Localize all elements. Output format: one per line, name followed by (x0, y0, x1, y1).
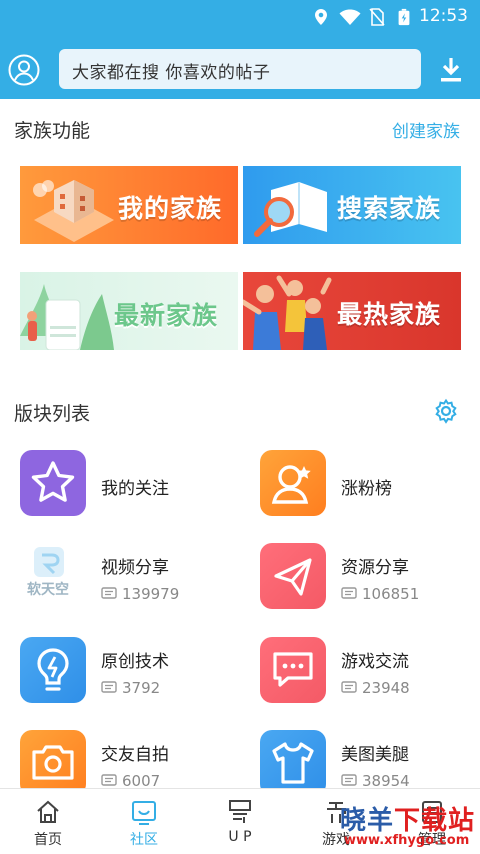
user-avatar-icon[interactable] (8, 54, 40, 86)
board-name: 原创技术 (101, 652, 169, 672)
search-input[interactable]: 大家都在搜 你喜欢的帖子 (59, 49, 421, 89)
board-post-count: 106851 (341, 585, 419, 603)
family-section-title: 家族功能 (14, 120, 91, 142)
board-name: 我的关注 (101, 479, 169, 499)
watermark-url: www.xfhygo.com (344, 833, 470, 848)
board-name: 涨粉榜 (341, 479, 392, 499)
cheering-crowd-illustration (243, 275, 332, 350)
board-name: 资源分享 (341, 558, 409, 578)
status-time: 12:53 (419, 6, 468, 26)
board-name: 美图美腿 (341, 745, 409, 765)
fans-rank-icon (260, 450, 326, 516)
search-family-banner[interactable]: 搜索家族 (243, 166, 461, 244)
watermark-text-b: 下载站 (394, 806, 476, 836)
my-family-label: 我的家族 (118, 194, 223, 223)
battery-charging-icon (398, 8, 410, 26)
settings-gear-icon[interactable] (433, 398, 459, 424)
board-video-share[interactable]: 软天空 视频分享 139979 (20, 543, 250, 613)
tab-label: U P (228, 829, 252, 845)
comment-icon (341, 774, 357, 786)
up-icon (229, 800, 251, 823)
door-plant-illustration (20, 284, 114, 350)
hottest-family-label: 最热家族 (337, 300, 442, 329)
board-name: 游戏交流 (341, 652, 409, 672)
location-icon (315, 9, 327, 25)
tab-home[interactable]: 首页 (0, 789, 96, 854)
home-icon (37, 800, 59, 823)
lightbulb-icon (20, 637, 86, 703)
watermark-text-a: 晓羊 (340, 806, 395, 836)
board-my-follow[interactable]: 我的关注 (20, 450, 250, 520)
board-original-tech[interactable]: 原创技术 3792 (20, 637, 250, 707)
boards-section-title: 版块列表 (14, 403, 91, 425)
download-icon[interactable] (438, 56, 464, 84)
no-sim-icon (369, 8, 385, 26)
paper-plane-icon (260, 543, 326, 609)
chat-icon (260, 637, 326, 703)
comment-icon (341, 681, 357, 693)
board-post-count: 139979 (101, 585, 179, 603)
board-post-count: 3792 (101, 679, 160, 697)
community-icon (132, 801, 156, 825)
book-magnifier-illustration (254, 182, 327, 237)
status-bar: 12:53 (0, 0, 480, 34)
create-family-link[interactable]: 创建家族 (392, 117, 460, 142)
search-placeholder: 大家都在搜 你喜欢的帖子 (72, 63, 271, 83)
building-illustration (33, 180, 114, 242)
camera-icon (20, 730, 86, 796)
board-game-chat[interactable]: 游戏交流 23948 (260, 637, 480, 707)
top-header: 12:53 大家都在搜 你喜欢的帖子 (0, 0, 480, 99)
board-fans-rank[interactable]: 涨粉榜 (260, 450, 480, 520)
screen: 12:53 大家都在搜 你喜欢的帖子 家族功能 创建家族 我的家族 搜索家族 最… (0, 0, 480, 854)
board-resource-share[interactable]: 资源分享 106851 (260, 543, 480, 613)
comment-icon (341, 587, 357, 599)
comment-icon (101, 681, 117, 693)
star-icon (20, 450, 86, 516)
tab-community[interactable]: 社区 (96, 789, 192, 854)
video-logo-text: 软天空 (27, 582, 69, 598)
site-watermark: 晓羊下载站 www.xfhygo.com (336, 800, 480, 854)
board-post-count: 23948 (341, 679, 410, 697)
my-family-banner[interactable]: 我的家族 (20, 166, 238, 244)
video-logo: 软天空 (20, 543, 86, 609)
newest-family-banner[interactable]: 最新家族 (20, 272, 238, 350)
search-family-label: 搜索家族 (337, 194, 442, 223)
tshirt-icon (260, 730, 326, 796)
newest-family-label: 最新家族 (114, 301, 219, 330)
tab-label: 首页 (34, 832, 62, 848)
tab-label: 社区 (130, 832, 158, 848)
board-name: 交友自拍 (101, 745, 169, 765)
comment-icon (101, 587, 117, 599)
board-name: 视频分享 (101, 558, 169, 578)
comment-icon (101, 774, 117, 786)
hottest-family-banner[interactable]: 最热家族 (243, 272, 461, 350)
wifi-icon (339, 9, 361, 25)
tab-up[interactable]: U P (192, 789, 288, 854)
